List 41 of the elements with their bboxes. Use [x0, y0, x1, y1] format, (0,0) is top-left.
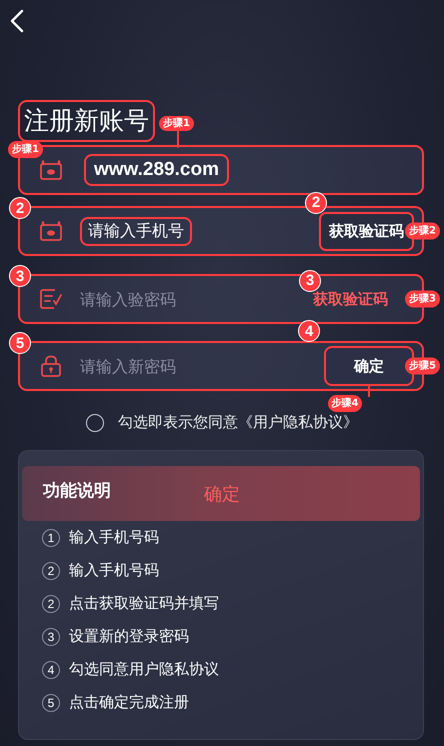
step-tag: 步骤3	[405, 290, 440, 308]
step-tag: 步骤1	[159, 116, 194, 131]
edit-icon	[40, 288, 62, 310]
step-number: 3	[42, 628, 60, 646]
step-tag: 步骤5	[405, 358, 440, 374]
step-badge: 3	[9, 265, 31, 287]
step-text: 点击确定完成注册	[69, 693, 189, 712]
tv-icon	[40, 160, 62, 180]
lock-icon	[40, 355, 62, 377]
step-number: 4	[42, 660, 60, 678]
page-title: 注册新账号	[18, 100, 155, 142]
step-badge: 步骤1	[8, 141, 43, 158]
step-text: 设置新的登录密码	[69, 627, 189, 646]
step-tag: 步骤2	[405, 222, 440, 240]
input-field[interactable]: 请输入验密码	[80, 290, 230, 308]
confirm-label: 确定	[204, 482, 240, 506]
agreement-text: 勾选即表示您同意《用户隐私协议》	[118, 413, 358, 432]
step-number: 1	[42, 528, 60, 546]
step-number: 2	[42, 562, 60, 580]
agree-checkbox[interactable]	[86, 414, 104, 432]
get-code-button[interactable]: 获取验证码	[313, 290, 404, 308]
step-badge: 5	[9, 332, 31, 354]
step-number: 5	[42, 694, 60, 712]
back-icon[interactable]	[10, 9, 24, 33]
input-field[interactable]: 请输入新密码	[80, 356, 230, 376]
step-text: 勾选同意用户隐私协议	[69, 660, 219, 679]
tv-icon	[40, 221, 62, 241]
step-badge: 2	[9, 197, 31, 219]
step-badge: 2	[305, 192, 327, 214]
step-badge: 4	[298, 320, 320, 342]
step-number: 2	[42, 594, 60, 612]
guide-title: 功能说明	[43, 480, 112, 502]
input-field[interactable]: 请输入手机号	[80, 216, 192, 246]
step-tag: 步骤4	[328, 395, 362, 412]
step-text: 输入手机号码	[69, 561, 159, 580]
leader-line	[177, 128, 178, 148]
input-field[interactable]: www.289.com	[84, 154, 229, 186]
step-badge: 3	[299, 270, 321, 292]
step-text: 点击获取验证码并填写	[69, 594, 219, 613]
step-text: 输入手机号码	[69, 528, 159, 547]
leader-line	[368, 386, 370, 397]
